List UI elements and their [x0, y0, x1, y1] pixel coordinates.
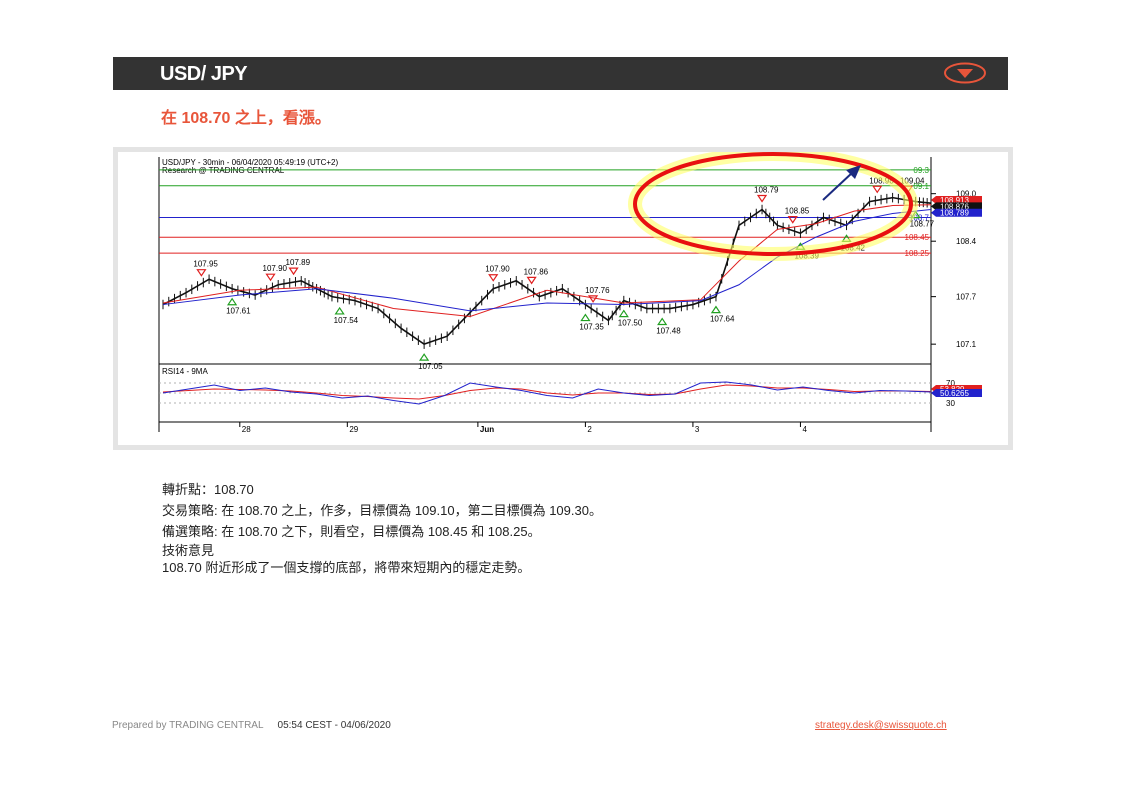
pivot-text: 轉折點：108.70 [162, 482, 254, 497]
email-link[interactable]: strategy.desk@swissquote.ch [815, 720, 947, 731]
low-marker [418, 353, 430, 361]
high-label: 108.85 [785, 207, 810, 216]
chart-frame: USD/JPY - 30min - 06/04/2020 05:49:19 (U… [113, 147, 1013, 450]
rsi-tick-label: 30 [946, 399, 955, 408]
analysis-text: 轉折點：108.70 交易策略: 在 108.70 之上，作多，目標價為 109… [162, 479, 602, 576]
high-marker [196, 269, 207, 277]
low-marker [710, 305, 722, 314]
high-marker [872, 185, 883, 194]
low-marker [226, 297, 238, 306]
page-title: USD/ JPY [160, 63, 248, 85]
low-label: 107.35 [579, 323, 604, 332]
x-tick-label: 4 [802, 425, 807, 434]
high-label: 107.90 [485, 265, 510, 274]
high-label: 107.76 [585, 286, 610, 295]
rsi-tag-label: 50.6265 [940, 389, 969, 398]
prepared-by: Prepared by TRADING CENTRAL [112, 720, 264, 731]
series-ma-fast [162, 204, 932, 317]
low-marker [657, 317, 668, 326]
alternative-text: 備選策略: 在 108.70 之下，則看空，目標價為 108.45 和 108.… [162, 524, 541, 539]
level-label: 108.45 [905, 233, 930, 242]
comment-title: 技術意見 [162, 543, 215, 558]
page-header: USD/ JPY [113, 57, 1008, 90]
low-label: 107.50 [618, 319, 643, 328]
low-label: 107.54 [334, 316, 359, 325]
rsi-title: RSI14 - 9MA [162, 367, 208, 376]
x-tick-label: 28 [242, 425, 251, 434]
low-label: 107.64 [710, 315, 735, 324]
y-tick-label: 108.4 [956, 237, 977, 246]
y-tick-label: 107.1 [956, 340, 977, 349]
high-marker [526, 276, 537, 285]
high-marker [265, 273, 276, 282]
comment-text: 108.70 附近形成了一個支撐的底部，將帶來短期內的穩定走勢。 [162, 560, 531, 575]
y-tick-label: 107.7 [956, 293, 977, 302]
low-label: 107.61 [226, 307, 251, 316]
x-tick-label: 29 [349, 425, 358, 434]
low-label: 107.48 [656, 327, 681, 336]
low-label: 107.05 [418, 362, 443, 371]
high-label: 107.86 [524, 267, 549, 276]
low-label: 108.77 [910, 220, 935, 229]
x-tick-label: Jun [480, 425, 494, 434]
high-label: 107.95 [193, 260, 218, 269]
chart-subtitle: Research @ TRADING CENTRAL [162, 166, 285, 175]
price-tag-label: 108.789 [940, 209, 969, 218]
rsi-ma-line [162, 384, 932, 400]
strategy-text: 交易策略: 在 108.70 之上，作多，目標價為 109.10，第二目標價為 … [162, 503, 602, 518]
high-marker [288, 267, 299, 276]
low-marker [334, 306, 345, 315]
headline: 在 108.70 之上，看漲。 [161, 110, 331, 127]
low-marker [618, 309, 629, 318]
level-label: 09.3 [913, 166, 929, 175]
high-marker [756, 194, 768, 203]
report-time: 05:54 CEST - 04/06/2020 [277, 720, 391, 731]
high-label: 107.89 [286, 258, 311, 267]
x-tick-label: 3 [695, 425, 700, 434]
low-marker [580, 313, 591, 322]
level-label: 108.25 [905, 249, 930, 258]
x-tick-label: 2 [587, 425, 592, 434]
high-label: 108.79 [754, 186, 779, 195]
high-marker [488, 274, 499, 282]
footer: Prepared by TRADING CENTRAL 05:54 CEST - … [112, 720, 391, 731]
price-chart: USD/JPY - 30min - 06/04/2020 05:49:19 (U… [158, 147, 982, 434]
chevron-down-icon[interactable] [943, 62, 987, 84]
high-label: 107.90 [263, 264, 288, 273]
